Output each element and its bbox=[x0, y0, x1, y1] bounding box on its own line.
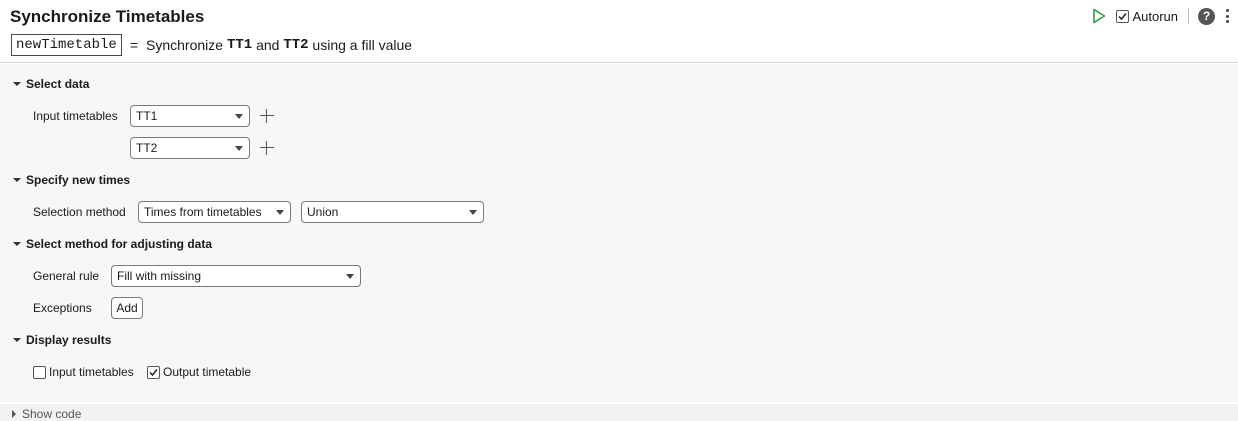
checkbox[interactable] bbox=[147, 365, 160, 379]
section-title: Display results bbox=[26, 333, 112, 347]
input-timetables-label: Input timetables bbox=[33, 109, 118, 123]
dropdown-value: Fill with missing bbox=[117, 269, 202, 283]
summary-text-1: Synchronize bbox=[146, 37, 224, 53]
checkmark-icon bbox=[149, 368, 158, 376]
selection-method-dropdown[interactable]: Times from timetables bbox=[138, 201, 291, 223]
check-label: Output timetable bbox=[163, 365, 252, 379]
general-rule-dropdown[interactable]: Fill with missing bbox=[111, 265, 361, 287]
exceptions-label: Exceptions bbox=[33, 301, 92, 315]
summary-text-3: using a fill value bbox=[312, 37, 413, 53]
section-display-results-header[interactable]: Display results bbox=[10, 333, 111, 347]
collapse-triangle-icon bbox=[13, 82, 21, 86]
autorun-label: Autorun bbox=[1132, 8, 1178, 24]
task-summary: newTimetable = Synchronize TT1 and TT2 u… bbox=[11, 34, 412, 56]
collapse-triangle-icon bbox=[13, 338, 21, 342]
chevron-down-icon bbox=[346, 273, 354, 279]
dropdown-value: TT1 bbox=[136, 109, 158, 123]
add-input-1-plus-icon[interactable] bbox=[260, 109, 274, 123]
play-icon[interactable] bbox=[1090, 6, 1108, 26]
check-label: Input timetables bbox=[49, 365, 134, 379]
chevron-down-icon bbox=[235, 113, 243, 119]
time-option-dropdown[interactable]: Union bbox=[301, 201, 484, 223]
dropdown-value: TT2 bbox=[136, 141, 158, 155]
kebab-menu-icon[interactable] bbox=[1224, 7, 1230, 25]
section-title: Specify new times bbox=[26, 173, 131, 187]
expand-triangle-icon bbox=[12, 410, 16, 418]
task-body: Select data Input timetables TT1 TT2 Spe… bbox=[0, 64, 1238, 402]
dropdown-value: Times from timetables bbox=[144, 205, 262, 219]
help-icon[interactable]: ? bbox=[1198, 7, 1215, 25]
add-exception-button[interactable]: Add bbox=[111, 297, 143, 319]
section-title: Select data bbox=[26, 77, 90, 91]
task-title: Synchronize Timetables bbox=[10, 7, 205, 26]
output-variable-field[interactable]: newTimetable bbox=[11, 34, 122, 56]
collapse-triangle-icon bbox=[13, 242, 21, 246]
summary-text-2: and bbox=[256, 37, 280, 53]
input-timetable-1-dropdown[interactable]: TT1 bbox=[130, 105, 250, 127]
section-select-data-header[interactable]: Select data bbox=[10, 77, 89, 91]
equals-sign: = bbox=[129, 37, 139, 53]
chevron-down-icon bbox=[276, 209, 284, 215]
add-input-2-plus-icon[interactable] bbox=[260, 141, 274, 155]
input-timetables-check[interactable]: Input timetables bbox=[33, 365, 134, 379]
show-code-label: Show code bbox=[22, 407, 82, 421]
checkmark-icon bbox=[1118, 12, 1128, 20]
checkbox[interactable] bbox=[33, 365, 46, 379]
toolbar-divider bbox=[1188, 8, 1189, 24]
collapse-triangle-icon bbox=[13, 178, 21, 182]
header-toolbar: Autorun ? bbox=[1090, 6, 1230, 26]
input-timetable-2-dropdown[interactable]: TT2 bbox=[130, 137, 250, 159]
selection-method-label: Selection method bbox=[33, 205, 126, 219]
section-title: Select method for adjusting data bbox=[26, 237, 213, 251]
chevron-down-icon bbox=[469, 209, 477, 215]
task-header: Synchronize Timetables newTimetable = Sy… bbox=[0, 0, 1238, 63]
general-rule-label: General rule bbox=[33, 269, 100, 283]
chevron-down-icon bbox=[235, 145, 243, 151]
section-adjust-data-header[interactable]: Select method for adjusting data bbox=[10, 237, 212, 251]
output-timetable-check[interactable]: Output timetable bbox=[147, 365, 251, 379]
summary-var-1: TT1 bbox=[226, 37, 253, 53]
autorun-toggle[interactable]: Autorun bbox=[1116, 9, 1178, 24]
dropdown-value: Union bbox=[307, 205, 339, 219]
footer-bar: Show code bbox=[0, 404, 1238, 421]
section-new-times-header[interactable]: Specify new times bbox=[10, 173, 130, 187]
autorun-checkbox[interactable] bbox=[1116, 9, 1130, 23]
summary-var-2: TT2 bbox=[283, 37, 309, 53]
show-code-toggle[interactable]: Show code bbox=[12, 407, 81, 421]
